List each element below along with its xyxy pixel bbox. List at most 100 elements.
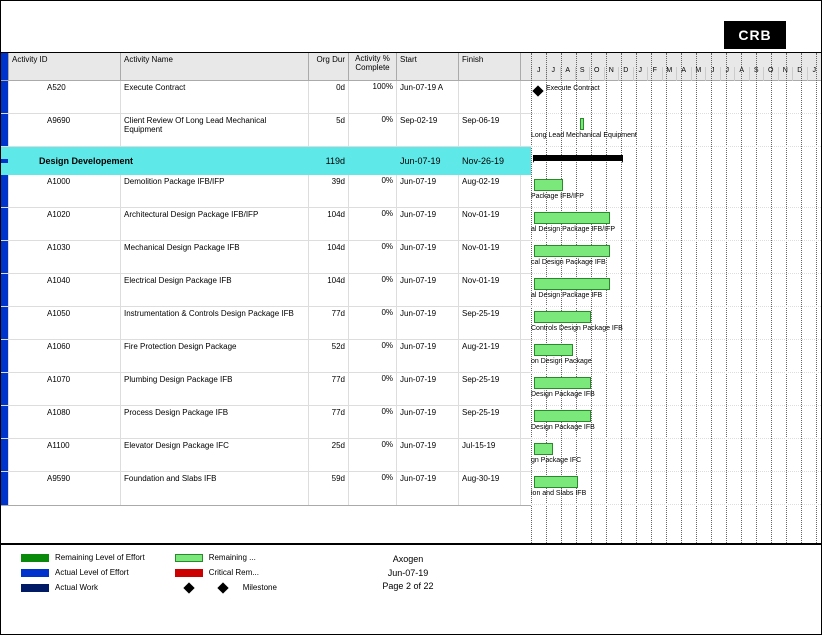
header-pct-complete: Activity % Complete — [349, 53, 397, 80]
duration: 0d — [309, 81, 349, 113]
table-row: A1030Mechanical Design Package IFB104d0%… — [1, 241, 531, 274]
finish-date: Nov-01-19 — [459, 208, 521, 240]
gantt-row: al Design Package IFB/IFP — [531, 208, 821, 241]
finish-date: Aug-30-19 — [459, 472, 521, 505]
diamond-icon — [183, 582, 194, 593]
activity-name: Foundation and Slabs IFB — [121, 472, 309, 505]
legend-remaining: Remaining ... — [175, 553, 277, 562]
month-label: M — [691, 67, 706, 81]
gantt-bar — [534, 278, 610, 290]
table-row: A1080Process Design Package IFB77d0%Jun-… — [1, 406, 531, 439]
activity-id: A1040 — [9, 274, 121, 306]
month-label: A — [734, 67, 749, 81]
month-label: O — [589, 67, 604, 81]
legend-milestone: Milestone — [175, 583, 277, 592]
duration: 104d — [309, 241, 349, 273]
pct-complete: 100% — [349, 81, 397, 113]
finish-date — [459, 81, 521, 113]
month-label: S — [749, 67, 764, 81]
duration: 52d — [309, 340, 349, 372]
gantt-row: on Design Package — [531, 340, 821, 373]
gantt-bar — [534, 245, 610, 257]
group-duration: 119d — [309, 154, 349, 168]
start-date: Jun-07-19 — [397, 241, 459, 273]
pct-complete: 0% — [349, 472, 397, 505]
legend-actual-loe: Actual Level of Effort — [21, 568, 145, 577]
finish-date: Aug-21-19 — [459, 340, 521, 372]
swatch-blue — [21, 569, 49, 577]
start-date: Sep-02-19 — [397, 114, 459, 146]
start-date: Jun-07-19 — [397, 472, 459, 505]
gantt-bar-label: Long Lead Mechanical Equipment — [531, 132, 637, 139]
activity-name: Plumbing Design Package IFB — [121, 373, 309, 405]
table-row: A1100Elevator Design Package IFC25d0%Jun… — [1, 439, 531, 472]
header-finish: Finish — [459, 53, 521, 80]
swatch-lightgreen — [175, 554, 203, 562]
activity-id: A1070 — [9, 373, 121, 405]
column-headers: Activity ID Activity Name Org Dur Activi… — [1, 53, 531, 81]
pct-complete: 0% — [349, 439, 397, 471]
gantt-bar — [580, 118, 584, 130]
gantt-row: Long Lead Mechanical Equipment — [531, 114, 821, 147]
data-date: Jun-07-19 — [277, 567, 539, 581]
month-label: F — [647, 67, 662, 81]
header-activity-name: Activity Name — [121, 53, 309, 80]
swatch-darkblue — [21, 584, 49, 592]
activity-id: A1030 — [9, 241, 121, 273]
activity-id: A1080 — [9, 406, 121, 438]
table-row: A520Execute Contract0d100%Jun-07-19 A — [1, 81, 531, 114]
header-activity-id: Activity ID — [9, 53, 121, 80]
activity-name: Client Review Of Long Lead Mechanical Eq… — [121, 114, 309, 146]
month-label: J — [531, 67, 546, 81]
duration: 59d — [309, 472, 349, 505]
pct-complete: 0% — [349, 373, 397, 405]
gantt-bar-label: on Design Package — [531, 358, 592, 365]
start-date: Jun-07-19 — [397, 307, 459, 339]
finish-date: Sep-06-19 — [459, 114, 521, 146]
activity-name: Demolition Package IFB/IFP — [121, 175, 309, 207]
month-label: D — [618, 67, 633, 81]
activity-id: A1050 — [9, 307, 121, 339]
month-label: O — [763, 67, 778, 81]
table-row: A9590Foundation and Slabs IFB59d0%Jun-07… — [1, 472, 531, 505]
gantt-bar — [534, 179, 563, 191]
blue-margin — [1, 53, 9, 80]
month-label: M — [662, 67, 677, 81]
month-label: A — [560, 67, 575, 81]
table-row: A1040Electrical Design Package IFB104d0%… — [1, 274, 531, 307]
gantt-bar-label: gn Package IFC — [531, 457, 581, 464]
activity-table: Activity ID Activity Name Org Dur Activi… — [1, 53, 531, 543]
gantt-row: Execute Contract — [531, 81, 821, 114]
project-name: Axogen — [277, 553, 539, 567]
duration: 77d — [309, 373, 349, 405]
activity-id: A1100 — [9, 439, 121, 471]
activity-id: A9590 — [9, 472, 121, 505]
activity-name: Instrumentation & Controls Design Packag… — [121, 307, 309, 339]
logo: CRB — [724, 21, 786, 49]
legend-actual-work: Actual Work — [21, 583, 145, 592]
month-label: N — [604, 67, 619, 81]
month-label: J — [720, 67, 735, 81]
rows-area: A520Execute Contract0d100%Jun-07-19 AA96… — [1, 81, 531, 506]
activity-name: Fire Protection Design Package — [121, 340, 309, 372]
gantt-bar — [534, 443, 553, 455]
activity-id: A1020 — [9, 208, 121, 240]
gantt-bar-label: Execute Contract — [546, 85, 600, 92]
gantt-bar-label: al Design Package IFB/IFP — [531, 226, 615, 233]
gantt-row: cal Design Package IFB — [531, 241, 821, 274]
header: CRB — [1, 1, 821, 53]
finish-date: Sep-25-19 — [459, 307, 521, 339]
activity-name: Architectural Design Package IFB/IFP — [121, 208, 309, 240]
duration: 77d — [309, 406, 349, 438]
start-date: Jun-07-19 — [397, 373, 459, 405]
activity-name: Mechanical Design Package IFB — [121, 241, 309, 273]
start-date: Jun-07-19 A — [397, 81, 459, 113]
finish-date: Nov-01-19 — [459, 241, 521, 273]
gantt-bar — [534, 377, 591, 389]
gantt-chart: JJASONDJFMAMJJASONDJ Execute ContractLon… — [531, 53, 821, 543]
activity-name: Elevator Design Package IFC — [121, 439, 309, 471]
gantt-bars-area: Execute Contract Long Lead Mechanical Equ… — [531, 81, 821, 543]
pct-complete: 0% — [349, 340, 397, 372]
month-label: D — [792, 67, 807, 81]
duration: 25d — [309, 439, 349, 471]
